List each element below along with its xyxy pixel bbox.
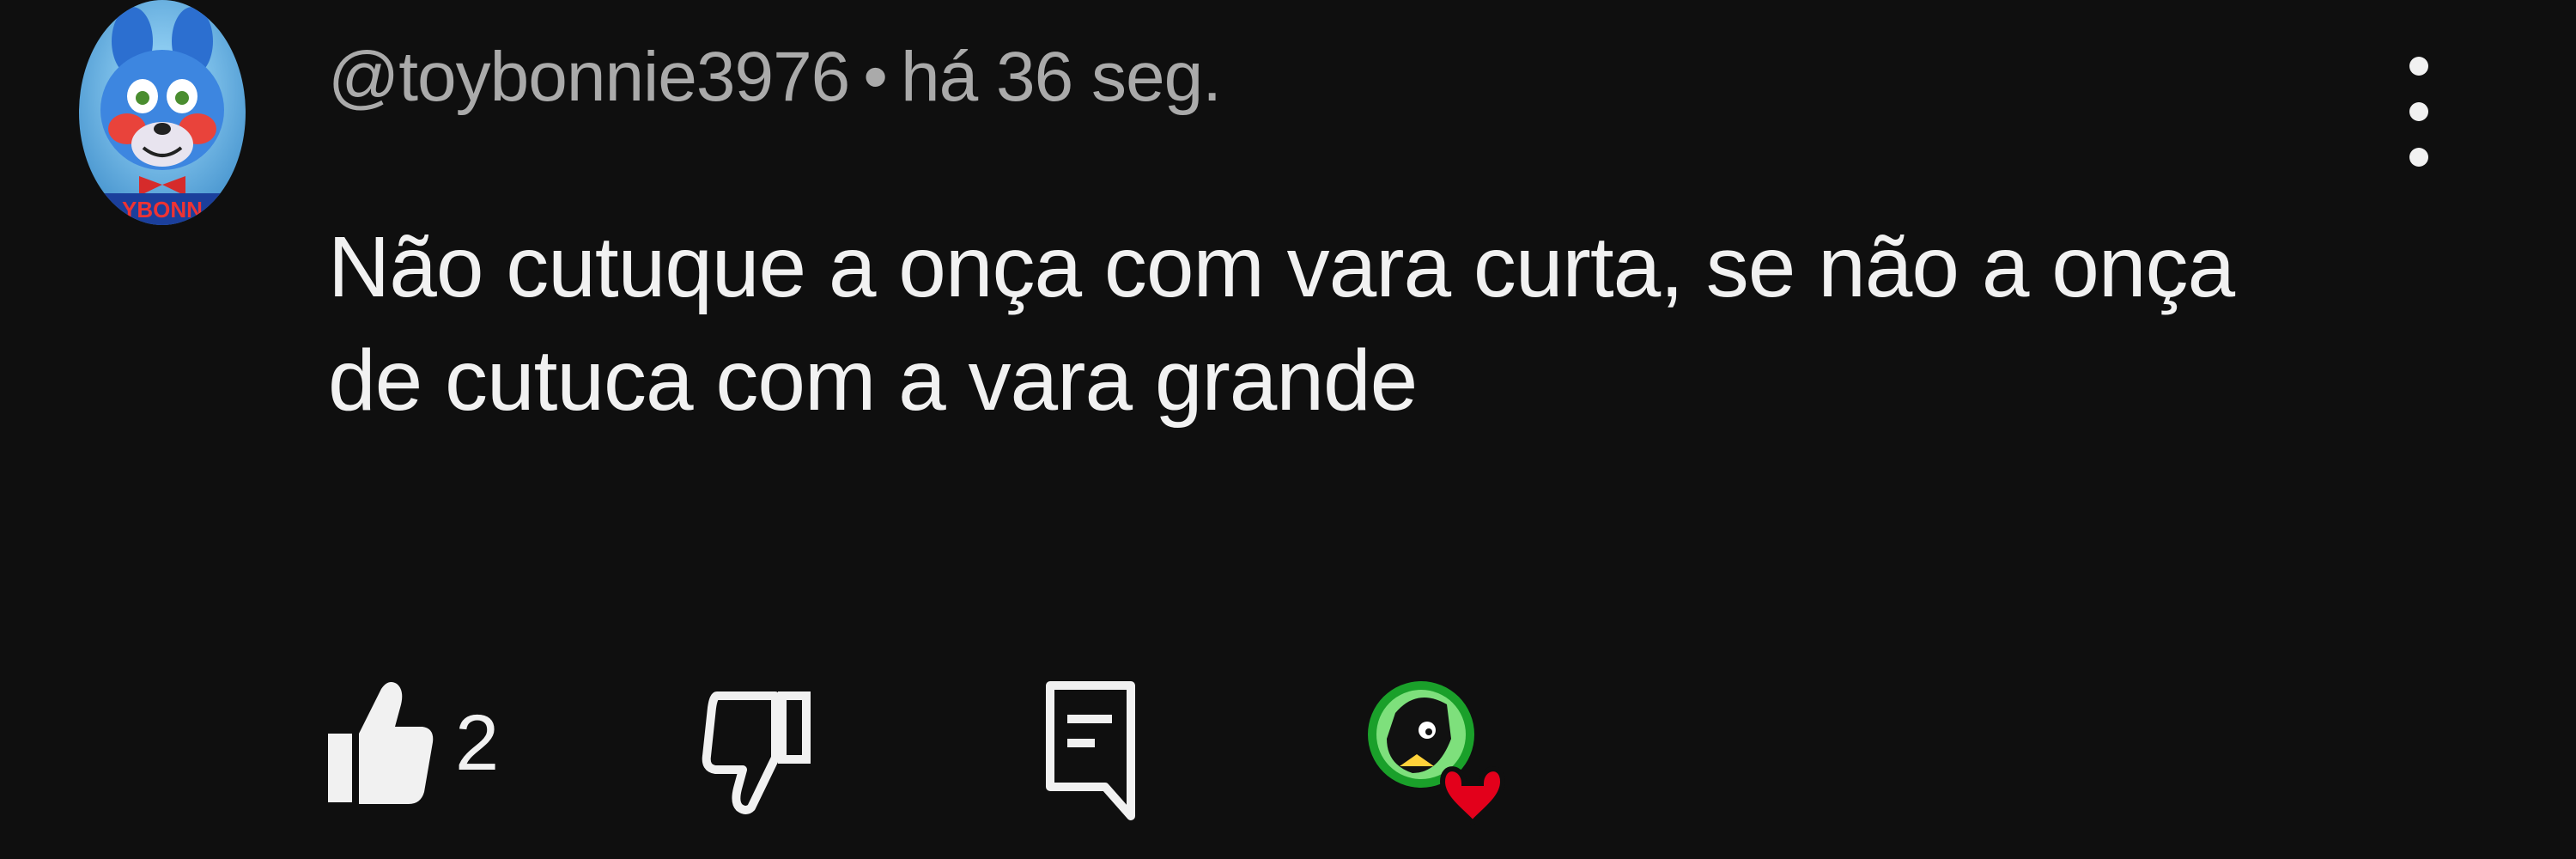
avatar-image: YBONN	[79, 0, 246, 225]
comment-thread: YBONN @toybonnie3976 • há 36 seg. Não cutu…	[0, 0, 2576, 859]
comment-header: @toybonnie3976 • há 36 seg.	[328, 34, 1222, 120]
creator-heart-badge[interactable]	[1365, 670, 1511, 842]
separator-dot: •	[863, 38, 888, 116]
like-count: 2	[455, 699, 500, 787]
creator-heart-icon	[1368, 681, 1506, 827]
more-dot	[2409, 148, 2428, 167]
more-vert-icon[interactable]	[2396, 52, 2442, 172]
reply-button[interactable]	[1043, 679, 1138, 825]
dislike-button[interactable]	[700, 687, 811, 816]
more-dot	[2409, 102, 2428, 121]
comment-action-bar: 2	[0, 670, 2576, 842]
thumbs-down-icon	[702, 691, 811, 814]
author-handle[interactable]: @toybonnie3976	[328, 38, 850, 116]
avatar[interactable]: YBONN	[79, 0, 246, 225]
comment-text: Não cutuque a onça com vara curta, se nã…	[328, 219, 2235, 429]
thumbs-up-icon	[328, 682, 434, 804]
like-button[interactable]	[325, 679, 436, 807]
svg-text:YBONN: YBONN	[122, 197, 203, 222]
reply-icon	[1046, 681, 1135, 820]
comment-timestamp[interactable]: há 36 seg.	[901, 38, 1222, 116]
more-dot	[2409, 57, 2428, 76]
